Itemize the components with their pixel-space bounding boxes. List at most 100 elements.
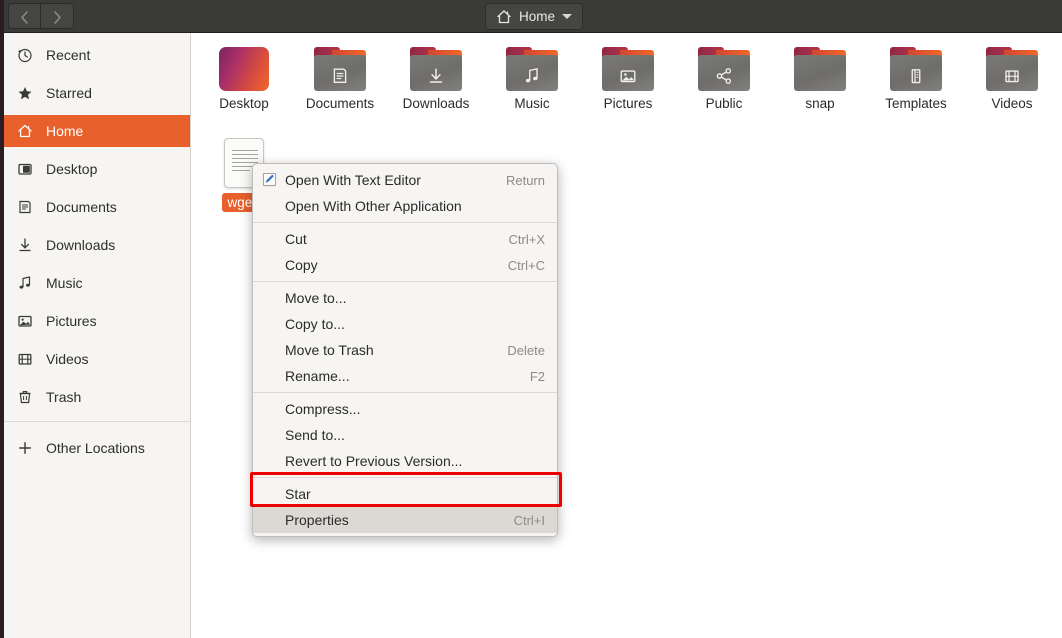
sidebar-item-label: Music	[46, 275, 83, 291]
sidebar-item-label: Pictures	[46, 313, 97, 329]
menu-item-accel: Ctrl+X	[509, 232, 545, 247]
sidebar-item-videos[interactable]: Videos	[0, 343, 190, 375]
path-bar-home-button[interactable]: Home	[485, 3, 583, 30]
file-item-public[interactable]: Public	[676, 47, 772, 111]
menu-item-rename[interactable]: Rename... F2	[253, 363, 557, 389]
download-icon	[16, 237, 33, 254]
file-label: Videos	[964, 96, 1060, 111]
template-icon	[890, 61, 942, 91]
download-icon	[410, 61, 462, 91]
menu-separator	[253, 477, 557, 478]
sidebar-item-music[interactable]: Music	[0, 267, 190, 299]
folder-icon	[986, 47, 1038, 91]
back-button[interactable]	[9, 4, 41, 29]
file-label: Pictures	[580, 96, 676, 111]
menu-item-copy[interactable]: Copy Ctrl+C	[253, 252, 557, 278]
music-note-icon	[506, 61, 558, 91]
file-item-documents[interactable]: Documents	[292, 47, 388, 111]
menu-item-label: Rename...	[285, 368, 350, 384]
sidebar-item-label: Documents	[46, 199, 117, 215]
sidebar-item-home[interactable]: Home	[0, 115, 190, 147]
menu-item-label: Open With Text Editor	[285, 172, 421, 188]
menu-item-open-with-other-application[interactable]: Open With Other Application	[253, 193, 557, 219]
menu-item-revert-to-previous-version[interactable]: Revert to Previous Version...	[253, 448, 557, 474]
file-item-desktop[interactable]: Desktop	[196, 47, 292, 111]
file-item-snap[interactable]: snap	[772, 47, 868, 111]
context-menu: Open With Text Editor Return Open With O…	[252, 163, 558, 537]
film-icon	[986, 61, 1038, 91]
menu-item-label: Compress...	[285, 401, 360, 417]
sidebar-item-desktop[interactable]: Desktop	[0, 153, 190, 185]
sidebar-item-downloads[interactable]: Downloads	[0, 229, 190, 261]
menu-separator	[253, 392, 557, 393]
menu-item-accel: Delete	[507, 343, 545, 358]
file-item-music[interactable]: Music	[484, 47, 580, 111]
menu-item-star[interactable]: Star	[253, 481, 557, 507]
sidebar-divider	[0, 421, 190, 422]
menu-item-label: Move to Trash	[285, 342, 374, 358]
chevron-left-icon	[20, 11, 29, 24]
document-icon	[314, 61, 366, 91]
text-editor-icon	[262, 172, 278, 188]
sidebar-item-starred[interactable]: Starred	[0, 77, 190, 109]
folder-icon	[890, 47, 942, 91]
path-bar-label: Home	[519, 9, 555, 24]
menu-separator	[253, 281, 557, 282]
sidebar-item-documents[interactable]: Documents	[0, 191, 190, 223]
menu-item-label: Copy to...	[285, 316, 345, 332]
file-label: snap	[772, 96, 868, 111]
star-icon	[16, 85, 33, 102]
image-icon	[602, 61, 654, 91]
header-bar: Home	[0, 0, 1062, 33]
menu-item-accel: Ctrl+C	[508, 258, 545, 273]
menu-item-send-to[interactable]: Send to...	[253, 422, 557, 448]
clock-icon	[16, 47, 33, 64]
menu-item-label: Star	[285, 486, 311, 502]
sidebar-item-label: Videos	[46, 351, 89, 367]
share-icon	[698, 61, 750, 91]
file-label: Public	[676, 96, 772, 111]
sidebar-item-label: Home	[46, 123, 83, 139]
document-icon	[16, 199, 33, 216]
menu-item-accel: Return	[506, 173, 545, 188]
menu-item-label: Properties	[285, 512, 349, 528]
menu-item-cut[interactable]: Cut Ctrl+X	[253, 226, 557, 252]
file-label: Downloads	[388, 96, 484, 111]
menu-item-compress[interactable]: Compress...	[253, 396, 557, 422]
folder-icon	[602, 47, 654, 91]
sidebar-item-label: Recent	[46, 47, 90, 63]
desktop-icon	[16, 161, 33, 178]
home-icon	[496, 9, 512, 25]
menu-item-label: Send to...	[285, 427, 345, 443]
sidebar-item-other-locations[interactable]: Other Locations	[0, 432, 190, 464]
sidebar-item-recent[interactable]: Recent	[0, 39, 190, 71]
film-icon	[16, 351, 33, 368]
file-label: Desktop	[196, 96, 292, 111]
menu-item-copy-to[interactable]: Copy to...	[253, 311, 557, 337]
sidebar: Recent Starred Home Desktop	[0, 33, 191, 638]
desktop-folder-icon	[219, 47, 269, 91]
image-icon	[16, 313, 33, 330]
sidebar-item-label: Downloads	[46, 237, 115, 253]
menu-separator	[253, 222, 557, 223]
menu-item-label: Revert to Previous Version...	[285, 453, 462, 469]
folder-icon	[410, 47, 462, 91]
file-item-pictures[interactable]: Pictures	[580, 47, 676, 111]
sidebar-item-label: Trash	[46, 389, 81, 405]
sidebar-item-trash[interactable]: Trash	[0, 381, 190, 413]
home-icon	[16, 123, 33, 140]
file-label: Templates	[868, 96, 964, 111]
sidebar-item-pictures[interactable]: Pictures	[0, 305, 190, 337]
file-item-templates[interactable]: Templates	[868, 47, 964, 111]
sidebar-item-label: Starred	[46, 85, 92, 101]
trash-icon	[16, 389, 33, 406]
file-item-downloads[interactable]: Downloads	[388, 47, 484, 111]
chevron-down-icon[interactable]	[562, 14, 572, 19]
menu-item-label: Copy	[285, 257, 318, 273]
forward-button[interactable]	[41, 4, 73, 29]
menu-item-open-with-text-editor[interactable]: Open With Text Editor Return	[253, 167, 557, 193]
menu-item-move-to-trash[interactable]: Move to Trash Delete	[253, 337, 557, 363]
file-item-videos[interactable]: Videos	[964, 47, 1060, 111]
menu-item-properties[interactable]: Properties Ctrl+I	[253, 507, 557, 533]
menu-item-move-to[interactable]: Move to...	[253, 285, 557, 311]
